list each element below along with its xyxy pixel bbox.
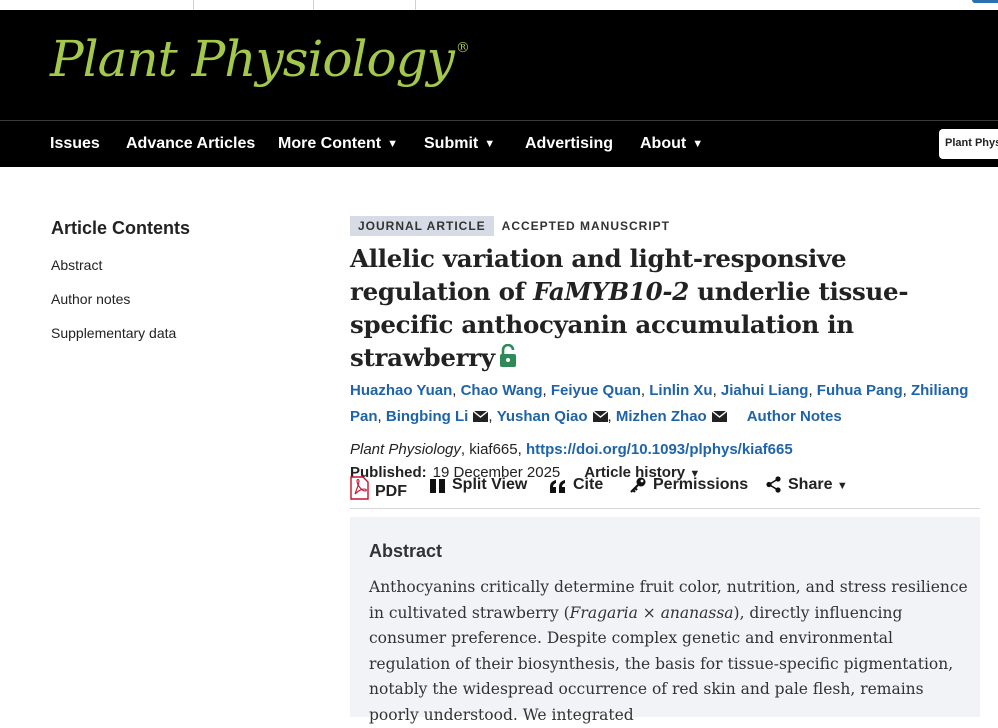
author-link[interactable]: Fuhua Pang — [817, 382, 903, 399]
nav-more-content[interactable]: More Content ▼ — [278, 135, 398, 153]
article-toolbar: PDF Split View Cite Permissions Share ▼ — [350, 474, 980, 509]
author-link[interactable]: Huazhao Yuan — [350, 382, 452, 399]
nav-label: Issues — [50, 135, 100, 152]
citation-line: Plant Physiology, kiaf665, https://doi.o… — [350, 441, 980, 458]
nav-about[interactable]: About ▼ — [640, 135, 703, 153]
separator: , — [902, 382, 911, 399]
nav-submit[interactable]: Submit ▼ — [424, 135, 495, 153]
account-tab[interactable] — [972, 0, 998, 3]
pdf-button[interactable]: PDF — [350, 476, 407, 501]
article-header: JOURNAL ARTICLE ACCEPTED MANUSCRIPT Allel… — [350, 216, 980, 481]
quote-icon — [550, 480, 565, 493]
permissions-label: Permissions — [653, 476, 749, 493]
nav-label: Advance Articles — [126, 135, 256, 152]
chevron-down-icon: ▼ — [692, 138, 704, 150]
author-notes-link[interactable]: Author Notes — [747, 408, 842, 425]
sidebar-title: Article Contents — [51, 218, 191, 238]
top-utility-strip — [0, 0, 998, 10]
nav-label: About — [640, 135, 687, 152]
abstract-text: Anthocyanins critically determine fruit … — [369, 575, 969, 728]
article-title: Allelic variation and light-responsive r… — [350, 242, 980, 376]
nav-advertising[interactable]: Advertising — [525, 135, 613, 153]
masthead: Plant Physiology ® — [0, 10, 998, 120]
author-list: Huazhao Yuan, Chao Wang, Feiyue Quan, Li… — [350, 378, 980, 431]
author-link[interactable]: Linlin Xu — [649, 382, 712, 399]
article-contents-sidebar: Article Contents Abstract Author notes S… — [51, 218, 291, 359]
article-id: , kiaf665, — [460, 441, 526, 458]
separator: , — [808, 382, 817, 399]
share-label: Share — [788, 476, 833, 493]
registered-mark: ® — [455, 40, 470, 57]
article-type-badge: JOURNAL ARTICLE — [350, 216, 494, 236]
pdf-label: PDF — [375, 483, 407, 500]
separator: , — [640, 382, 650, 399]
separator: , — [542, 382, 551, 399]
pdf-icon — [350, 476, 369, 500]
separator: , — [452, 382, 461, 399]
author-link[interactable]: Chao Wang — [461, 382, 543, 399]
separator: , — [377, 408, 386, 425]
sidebar-item-abstract[interactable]: Abstract — [51, 257, 291, 273]
author-link[interactable]: Yushan Qiao — [497, 408, 588, 425]
cite-button[interactable]: Cite — [549, 476, 603, 494]
nav-issues[interactable]: Issues — [50, 135, 100, 153]
journal-name: Plant Physiology — [350, 441, 461, 458]
separator: , — [712, 382, 721, 399]
share-button[interactable]: Share ▼ — [765, 476, 848, 494]
species-name: Fragaria × ananassa — [569, 603, 734, 622]
article-badges: JOURNAL ARTICLE ACCEPTED MANUSCRIPT — [350, 216, 980, 236]
abstract-section: Abstract Anthocyanins critically determi… — [350, 517, 980, 724]
sidebar-item-supplementary-data[interactable]: Supplementary data — [51, 325, 291, 341]
nav-label: More Content — [278, 135, 382, 152]
chevron-down-icon: ▼ — [484, 138, 496, 150]
permissions-button[interactable]: Permissions — [630, 476, 748, 494]
nav-label: Advertising — [525, 135, 614, 152]
chevron-down-icon: ▼ — [387, 138, 398, 150]
journal-logo[interactable]: Plant Physiology ® — [50, 30, 470, 88]
author-link[interactable]: Feiyue Quan — [551, 382, 641, 399]
author-link[interactable]: Jiahui Liang — [721, 382, 809, 399]
doi-link[interactable]: https://doi.org/10.1093/plphys/kiaf665 — [526, 441, 793, 458]
separator: , — [488, 408, 497, 425]
share-icon — [766, 476, 781, 493]
search-scope-select[interactable]: Plant Phys — [939, 129, 998, 159]
caret-down-icon: ▼ — [836, 480, 848, 492]
nav-advance-articles[interactable]: Advance Articles — [126, 135, 255, 153]
utility-divider — [313, 0, 314, 10]
status-badge: ACCEPTED MANUSCRIPT — [501, 219, 671, 233]
author-link[interactable]: Mizhen Zhao — [616, 408, 707, 425]
split-view-icon — [430, 479, 445, 493]
utility-divider — [193, 0, 194, 10]
split-view-button[interactable]: Split View — [430, 476, 527, 494]
utility-divider — [415, 0, 416, 10]
open-access-lock-icon — [499, 343, 517, 376]
split-view-label: Split View — [452, 476, 528, 493]
logo-text: Plant Physiology — [50, 30, 455, 88]
author-link[interactable]: Bingbing Li — [386, 408, 468, 425]
abstract-heading: Abstract — [369, 541, 443, 561]
nav-label: Submit — [424, 135, 479, 152]
separator: , — [607, 408, 616, 425]
email-icon[interactable] — [711, 405, 728, 431]
main-nav: Issues Advance Articles More Content ▼ Su… — [0, 120, 998, 167]
email-icon[interactable] — [592, 405, 608, 431]
sidebar-item-author-notes[interactable]: Author notes — [51, 291, 291, 307]
search-scope-label: Plant Phys — [945, 137, 998, 149]
cite-label: Cite — [573, 476, 604, 493]
key-icon — [630, 477, 646, 493]
email-icon[interactable] — [472, 405, 489, 431]
gene-name: FaMYB10-2 — [533, 277, 689, 306]
